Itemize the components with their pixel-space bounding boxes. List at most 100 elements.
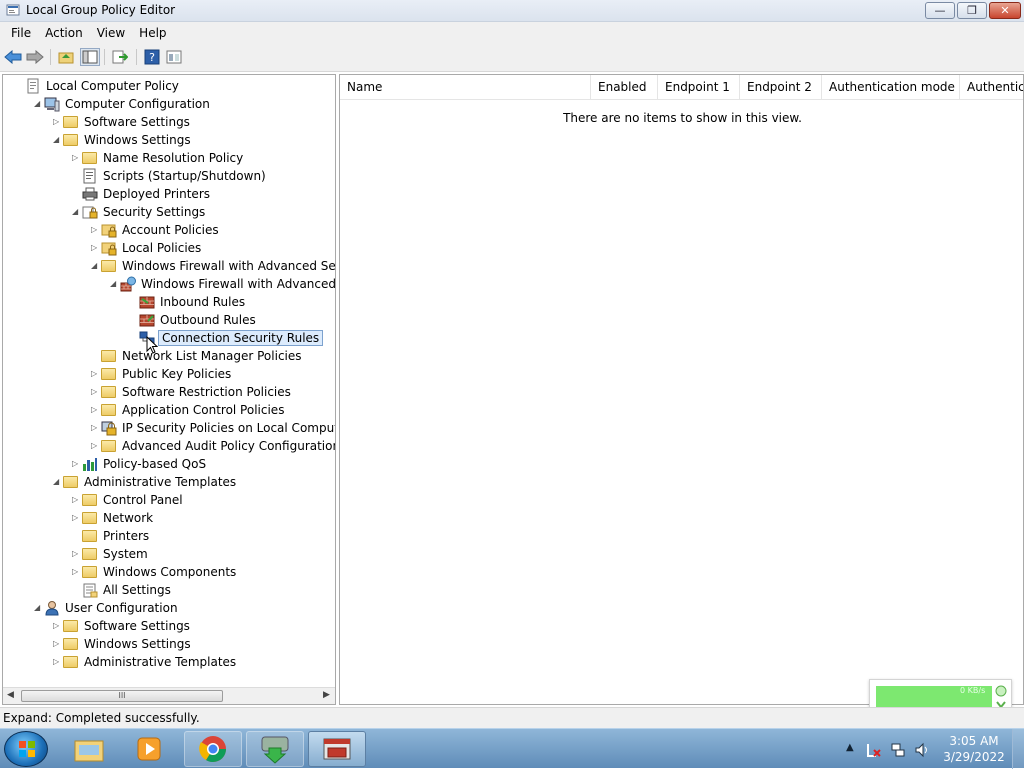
minimize-button[interactable]: — [925, 2, 955, 19]
tree-item[interactable]: ▷ Windows Components [3, 563, 335, 581]
tree-item[interactable]: ▷ Application Control Policies [3, 401, 335, 419]
tree-item[interactable]: ◢ Administrative Templates [3, 473, 335, 491]
collapse-arrow-icon[interactable]: ◢ [53, 135, 62, 145]
expand-arrow-icon[interactable]: ▷ [72, 459, 81, 469]
chrome-icon[interactable] [184, 731, 242, 767]
tree-item-label: System [103, 547, 148, 561]
download-manager-icon[interactable] [246, 731, 304, 767]
volume-icon[interactable] [914, 742, 930, 761]
expand-arrow-icon[interactable]: ▷ [72, 153, 81, 163]
tree-item[interactable]: ▷ Advanced Audit Policy Configuration [3, 437, 335, 455]
tree-item[interactable]: Network List Manager Policies [3, 347, 335, 365]
tree-item[interactable]: Scripts (Startup/Shutdown) [3, 167, 335, 185]
tree-item[interactable]: ▷ Administrative Templates [3, 653, 335, 671]
expand-arrow-icon[interactable]: ▷ [53, 657, 62, 667]
tree-item[interactable]: ◢ Computer Configuration [3, 95, 335, 113]
expand-arrow-icon[interactable]: ▷ [72, 549, 81, 559]
collapse-arrow-icon[interactable]: ◢ [34, 99, 43, 109]
scrollbar-thumb[interactable]: III [21, 690, 223, 702]
tree-item[interactable]: ◢ Windows Firewall with Advanced Security [3, 257, 335, 275]
up-folder-icon[interactable] [56, 48, 76, 66]
column-endpoint-1[interactable]: Endpoint 1 [658, 75, 740, 100]
tree-item[interactable]: ▷ Windows Settings [3, 635, 335, 653]
tree-item[interactable]: ▷ System [3, 545, 335, 563]
forward-icon[interactable] [25, 48, 45, 66]
show-desktop-button[interactable] [1012, 729, 1024, 769]
back-icon[interactable] [3, 48, 23, 66]
expand-arrow-icon[interactable]: ▷ [72, 513, 81, 523]
expand-arrow-icon[interactable]: ▷ [72, 495, 81, 505]
column-name[interactable]: Name [340, 75, 591, 100]
collapse-arrow-icon[interactable]: ◢ [91, 261, 100, 271]
action-center-icon[interactable] [866, 742, 882, 761]
tree-item[interactable]: ▷ IP Security Policies on Local Computer [3, 419, 335, 437]
column-authentication-mode[interactable]: Authentication mode [822, 75, 960, 100]
close-button[interactable]: ✕ [989, 2, 1021, 19]
policy-icon [25, 78, 41, 94]
system-clock[interactable]: 3:05 AM 3/29/2022 [938, 733, 1010, 765]
expand-arrow-icon[interactable]: ▷ [91, 369, 100, 379]
menu-action[interactable]: Action [38, 26, 90, 40]
collapse-arrow-icon[interactable]: ◢ [53, 477, 62, 487]
console-tree[interactable]: Local Computer Policy ◢ Computer Configura… [2, 74, 336, 705]
expand-arrow-icon[interactable]: ▷ [91, 243, 100, 253]
collapse-arrow-icon[interactable]: ◢ [72, 207, 81, 217]
restore-button[interactable]: ❐ [957, 2, 987, 19]
all-settings-icon [82, 582, 98, 598]
scroll-right-arrow-icon[interactable]: ▶ [323, 690, 330, 700]
tree-item[interactable]: Printers [3, 527, 335, 545]
tree-item[interactable]: ▷ Control Panel [3, 491, 335, 509]
tree-item[interactable]: ▷ Network [3, 509, 335, 527]
tree-item[interactable]: Outbound Rules [3, 311, 335, 329]
help-icon[interactable]: ? [142, 48, 162, 66]
tree-item[interactable]: ◢ Windows Settings [3, 131, 335, 149]
tree-item[interactable]: ▷ Policy-based QoS [3, 455, 335, 473]
tree-item[interactable]: Inbound Rules [3, 293, 335, 311]
menu-view[interactable]: View [90, 26, 132, 40]
expand-arrow-icon[interactable]: ▷ [91, 225, 100, 235]
tree-item[interactable]: ◢ Security Settings [3, 203, 335, 221]
tree-item[interactable]: ◢ User Configuration [3, 599, 335, 617]
tree-item[interactable]: ▷ Software Settings [3, 617, 335, 635]
expand-arrow-icon[interactable]: ▷ [91, 441, 100, 451]
scroll-left-arrow-icon[interactable]: ◀ [7, 690, 14, 700]
media-player-icon[interactable] [120, 731, 178, 767]
expand-arrow-icon[interactable]: ▷ [72, 567, 81, 577]
group-policy-icon[interactable] [308, 731, 366, 767]
show-hidden-icons-icon[interactable]: ▲ [846, 742, 854, 753]
column-endpoint-2[interactable]: Endpoint 2 [740, 75, 822, 100]
details-pane[interactable]: Name Enabled Endpoint 1 Endpoint 2 Authe… [339, 74, 1024, 705]
tree-item[interactable]: All Settings [3, 581, 335, 599]
menu-bar: File Action View Help [0, 22, 1024, 43]
column-enabled[interactable]: Enabled [591, 75, 658, 100]
collapse-arrow-icon[interactable]: ◢ [110, 279, 119, 289]
collapse-arrow-icon[interactable]: ◢ [34, 603, 43, 613]
column-authentication[interactable]: Authentica [960, 75, 1023, 100]
expand-arrow-icon[interactable]: ▷ [53, 639, 62, 649]
expand-arrow-icon[interactable]: ▷ [91, 387, 100, 397]
tree-item[interactable]: Deployed Printers [3, 185, 335, 203]
tree-item[interactable]: Connection Security Rules [3, 329, 335, 347]
properties-icon[interactable] [164, 48, 184, 66]
title-bar[interactable]: Local Group Policy Editor — ❐ ✕ [0, 0, 1024, 22]
tree-item[interactable]: ◢ Windows Firewall with Advanced Security… [3, 275, 335, 293]
tree-item[interactable]: ▷ Software Settings [3, 113, 335, 131]
explorer-icon[interactable] [60, 731, 118, 767]
expand-arrow-icon[interactable]: ▷ [91, 423, 100, 433]
tree-item[interactable]: ▷ Public Key Policies [3, 365, 335, 383]
tree-item[interactable]: ▷ Software Restriction Policies [3, 383, 335, 401]
tree-item[interactable]: ▷ Local Policies [3, 239, 335, 257]
show-hide-tree-icon[interactable] [80, 48, 100, 66]
network-icon[interactable] [890, 742, 906, 761]
expand-arrow-icon[interactable]: ▷ [53, 621, 62, 631]
tree-item[interactable]: Local Computer Policy [3, 77, 335, 95]
menu-file[interactable]: File [4, 26, 38, 40]
start-button[interactable] [4, 731, 48, 767]
tree-item[interactable]: ▷ Account Policies [3, 221, 335, 239]
export-list-icon[interactable] [110, 48, 130, 66]
tree-item[interactable]: ▷ Name Resolution Policy [3, 149, 335, 167]
expand-arrow-icon[interactable]: ▷ [53, 117, 62, 127]
menu-help[interactable]: Help [132, 26, 173, 40]
expand-arrow-icon[interactable]: ▷ [91, 405, 100, 415]
tree-horizontal-scrollbar[interactable]: ◀ III ▶ [3, 687, 335, 704]
